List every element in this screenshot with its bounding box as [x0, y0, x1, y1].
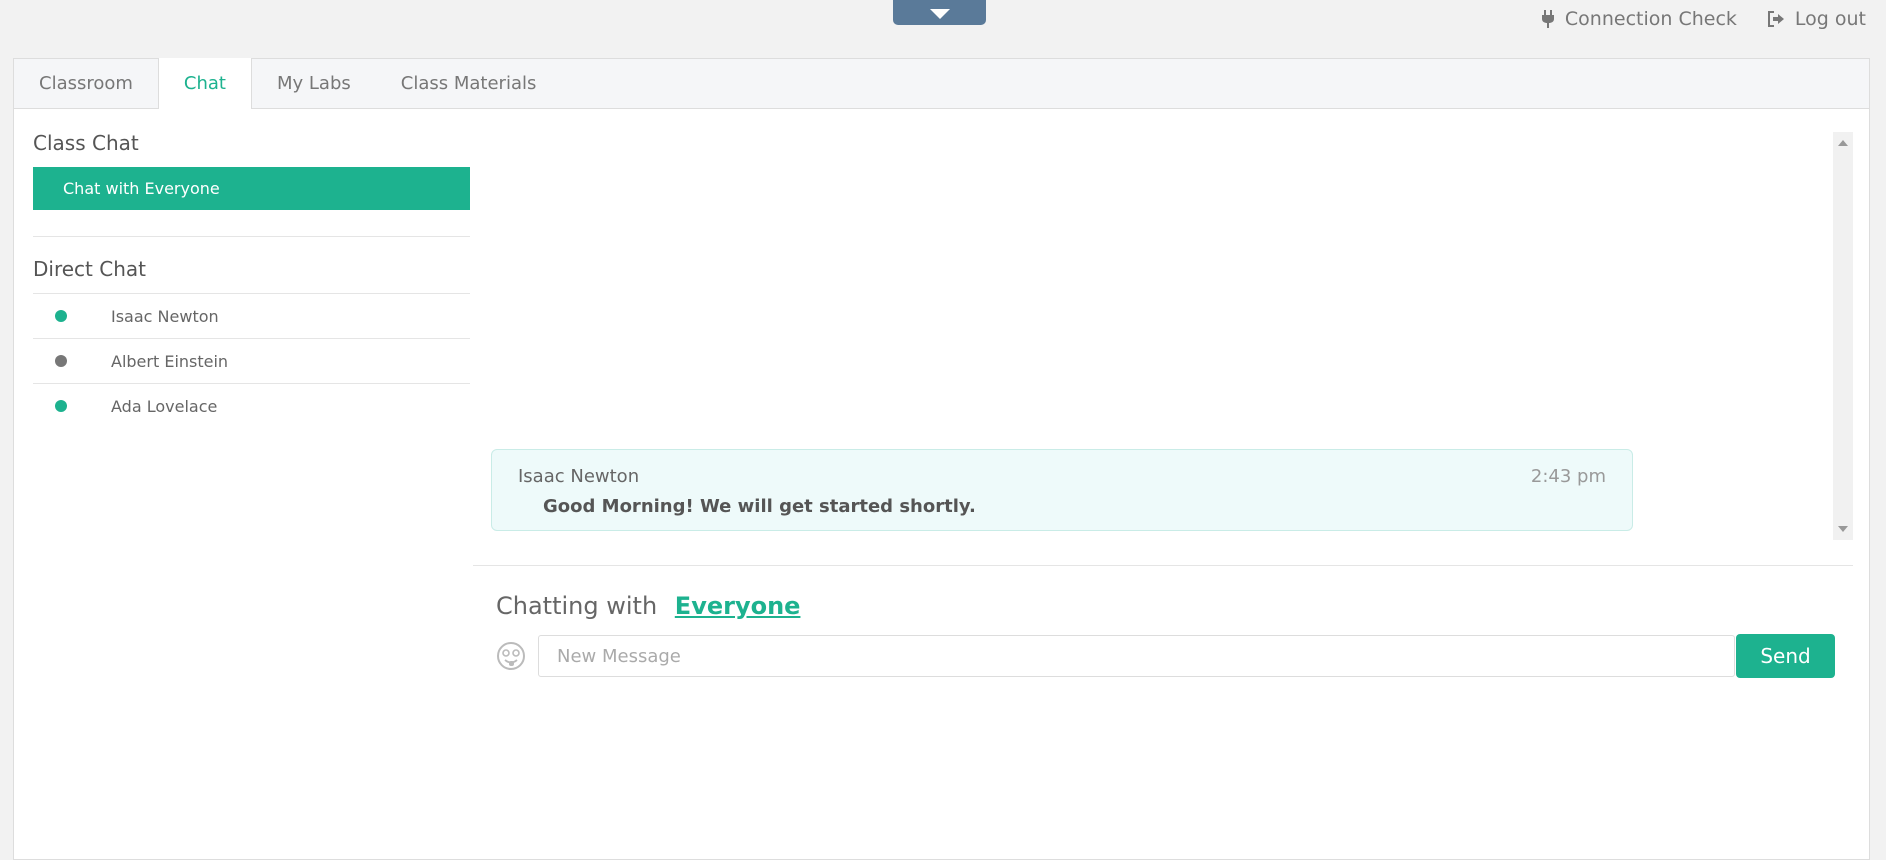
online-status-icon [55, 310, 67, 322]
connection-check-label: Connection Check [1564, 8, 1737, 30]
user-name: Albert Einstein [111, 351, 229, 371]
tab-class-materials[interactable]: Class Materials [376, 59, 562, 108]
tab-classroom[interactable]: Classroom [14, 59, 158, 108]
send-button[interactable]: Send [1736, 634, 1835, 678]
connection-check-link[interactable]: Connection Check [1541, 8, 1737, 30]
direct-chat-list: Isaac Newton Albert Einstein Ada Lovelac… [33, 293, 470, 428]
chatting-with-target[interactable]: Everyone [675, 592, 801, 620]
compose-bar: Send [473, 634, 1853, 678]
plug-icon [1541, 10, 1555, 28]
chatting-with-label: Chatting with [496, 592, 658, 620]
new-message-input[interactable] [538, 635, 1735, 677]
message-sender: Isaac Newton [518, 466, 640, 487]
chatting-with-header: Chatting with Everyone [473, 592, 1853, 620]
tab-bar: Classroom Chat My Labs Class Materials [14, 58, 1869, 109]
caret-down-icon [929, 8, 950, 19]
direct-chat-user[interactable]: Isaac Newton [33, 294, 470, 339]
logout-link[interactable]: Log out [1767, 8, 1866, 30]
online-status-icon [55, 400, 67, 412]
scroll-down-icon[interactable] [1838, 526, 1848, 532]
sidebar-divider [33, 236, 470, 237]
tab-my-labs[interactable]: My Labs [252, 59, 376, 108]
direct-chat-title: Direct Chat [33, 257, 146, 281]
offline-status-icon [55, 355, 67, 367]
panel-toggle-button[interactable] [893, 0, 986, 25]
chat-sidebar: Class Chat Chat with Everyone Direct Cha… [33, 119, 470, 428]
user-name: Isaac Newton [111, 306, 219, 326]
main-panel: Classroom Chat My Labs Class Materials C… [13, 58, 1870, 860]
message-time: 2:43 pm [1530, 466, 1606, 487]
logout-icon [1767, 11, 1785, 27]
logout-label: Log out [1794, 8, 1866, 30]
class-chat-title: Class Chat [33, 131, 139, 155]
emoji-icon[interactable] [496, 641, 526, 671]
chat-divider [473, 565, 1853, 566]
chat-message: Isaac Newton 2:43 pm Good Morning! We wi… [491, 449, 1633, 531]
chat-area: Isaac Newton 2:43 pm Good Morning! We wi… [473, 132, 1853, 678]
tab-chat[interactable]: Chat [157, 58, 252, 109]
message-scrollbar[interactable] [1833, 132, 1853, 540]
scroll-up-icon[interactable] [1838, 140, 1848, 146]
message-text: Good Morning! We will get started shortl… [543, 496, 976, 517]
direct-chat-user[interactable]: Ada Lovelace [33, 384, 470, 428]
user-name: Ada Lovelace [111, 396, 218, 416]
top-nav: Connection Check Log out [1541, 8, 1866, 30]
direct-chat-user[interactable]: Albert Einstein [33, 339, 470, 384]
chat-with-everyone-item[interactable]: Chat with Everyone [33, 167, 470, 210]
message-list[interactable]: Isaac Newton 2:43 pm Good Morning! We wi… [473, 132, 1853, 540]
